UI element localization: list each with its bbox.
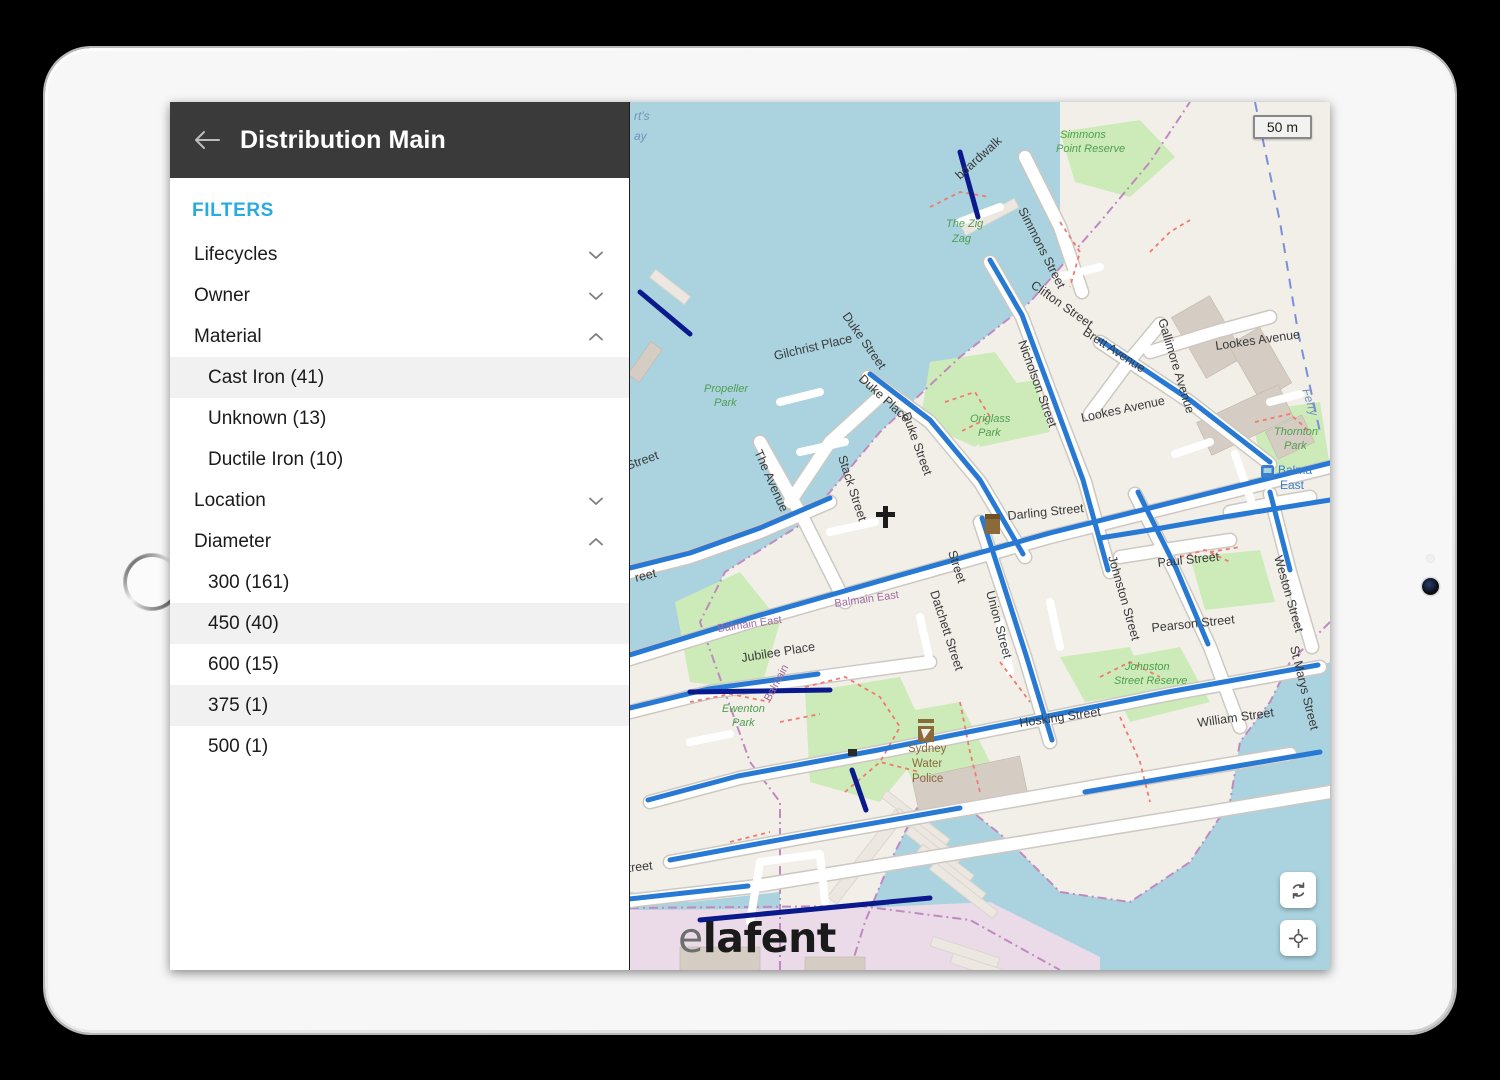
filter-group-label: Lifecycles bbox=[194, 243, 278, 265]
map-park-label: Park bbox=[714, 397, 737, 409]
filter-group-location[interactable]: Location bbox=[170, 480, 629, 521]
filter-option[interactable]: 500 (1) bbox=[170, 726, 629, 767]
locate-me-button[interactable] bbox=[1280, 920, 1316, 956]
filter-option[interactable]: Cast Iron (41) bbox=[170, 357, 629, 398]
map-park-label: Point Reserve bbox=[1056, 143, 1125, 155]
filters-section-label: FILTERS bbox=[192, 200, 274, 221]
filter-group-label: Location bbox=[194, 489, 266, 511]
chevron-down-icon[interactable] bbox=[585, 490, 607, 512]
ambient-sensor-icon bbox=[1426, 554, 1435, 563]
ferry-poi-icon bbox=[848, 749, 857, 756]
filter-option[interactable]: 450 (40) bbox=[170, 603, 629, 644]
chevron-up-icon[interactable] bbox=[585, 326, 607, 348]
filter-group-label: Diameter bbox=[194, 530, 272, 552]
arrow-left-icon bbox=[195, 131, 220, 149]
chevron-down-icon[interactable] bbox=[585, 244, 607, 266]
map-water-label: rt's bbox=[634, 109, 650, 123]
filter-option[interactable]: Ductile Iron (10) bbox=[170, 439, 629, 480]
bus-stop-icon bbox=[1261, 465, 1274, 478]
filter-group-lifecycles[interactable]: Lifecycles bbox=[170, 234, 629, 275]
panel-header: Distribution Main bbox=[170, 102, 629, 178]
front-camera-icon bbox=[1422, 578, 1439, 595]
filter-group-list: Lifecycles Owner Material Cast Iron (41) Unk… bbox=[170, 234, 629, 767]
map-park-label: Simmons bbox=[1060, 129, 1106, 141]
logo-rest: lafent bbox=[702, 914, 837, 962]
map-canvas[interactable]: .lnd{fill:#f2efe9} .prk{fill:#cdebb9} .b… bbox=[630, 102, 1330, 970]
filter-option[interactable]: 600 (15) bbox=[170, 644, 629, 685]
map-vector-graphic: .lnd{fill:#f2efe9} .prk{fill:#cdebb9} .b… bbox=[630, 102, 1330, 970]
map-park-label: Propeller bbox=[704, 383, 749, 395]
app-screen: .lnd{fill:#f2efe9} .prk{fill:#cdebb9} .b… bbox=[170, 102, 1330, 970]
map-scale-bar: 50 m bbox=[1252, 115, 1312, 139]
map-park-label: Zag bbox=[951, 233, 972, 245]
filter-group-label: Material bbox=[194, 325, 262, 347]
map-park-label: Park bbox=[1284, 440, 1307, 452]
map-park-label: Park bbox=[978, 427, 1001, 439]
filter-group-material[interactable]: Material bbox=[170, 316, 629, 357]
map-water-label: ay bbox=[634, 129, 648, 143]
filter-group-diameter[interactable]: Diameter bbox=[170, 521, 629, 562]
map-park-label: Street Reserve bbox=[1114, 675, 1187, 687]
police-poi-icon bbox=[918, 719, 934, 742]
filters-panel: Distribution Main FILTERS Lifecycles Owne… bbox=[170, 102, 630, 970]
page-title: Distribution Main bbox=[240, 125, 446, 154]
map-poi-label: Water bbox=[912, 758, 942, 770]
filter-option[interactable]: 300 (161) bbox=[170, 562, 629, 603]
map-park-label: Thornton bbox=[1274, 426, 1318, 438]
chevron-up-icon[interactable] bbox=[585, 531, 607, 553]
map-poi-label: Police bbox=[912, 773, 943, 785]
map-controls bbox=[1280, 872, 1316, 956]
filter-option[interactable]: Unknown (13) bbox=[170, 398, 629, 439]
map-park-label: The Zig bbox=[946, 218, 984, 230]
map-bus-label: Balma bbox=[1278, 463, 1312, 477]
filter-group-owner[interactable]: Owner bbox=[170, 275, 629, 316]
map-park-label: Park bbox=[732, 717, 755, 729]
crosshair-target-icon bbox=[1288, 928, 1308, 948]
screenshot-root: .lnd{fill:#f2efe9} .prk{fill:#cdebb9} .b… bbox=[0, 0, 1500, 1080]
map-park-label: Origlass bbox=[970, 413, 1011, 425]
filter-group-label: Owner bbox=[194, 284, 250, 306]
chevron-down-icon[interactable] bbox=[585, 285, 607, 307]
elafent-logo: elafent bbox=[678, 914, 836, 962]
map-park-label: Johnston bbox=[1124, 661, 1170, 673]
refresh-sync-button[interactable] bbox=[1280, 872, 1316, 908]
refresh-icon bbox=[1292, 881, 1304, 899]
map-bus-label: East bbox=[1280, 478, 1305, 492]
back-button[interactable] bbox=[192, 125, 222, 155]
logo-first-letter: e bbox=[678, 914, 703, 962]
amenity-poi-icon bbox=[985, 514, 1000, 534]
filter-option[interactable]: 375 (1) bbox=[170, 685, 629, 726]
map-street-label: treet bbox=[630, 858, 654, 875]
map-park-label: Ewenton bbox=[722, 703, 765, 715]
map-poi-label: Sydney bbox=[908, 743, 947, 755]
